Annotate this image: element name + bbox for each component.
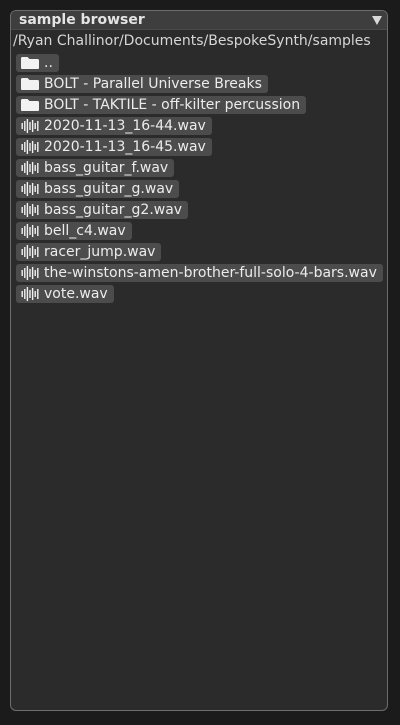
item-label: vote.wav xyxy=(44,286,108,302)
item-label: racer_jump.wav xyxy=(44,244,156,260)
folder-icon xyxy=(20,98,44,112)
sample-file-item[interactable]: 2020-11-13_16-45.wav xyxy=(16,138,212,156)
waveform-icon xyxy=(20,161,44,175)
waveform-icon xyxy=(20,119,44,133)
waveform-icon xyxy=(20,287,44,301)
item-label: bass_guitar_g2.wav xyxy=(44,202,183,218)
item-label: bell_c4.wav xyxy=(44,223,126,239)
item-label: 2020-11-13_16-45.wav xyxy=(44,139,206,155)
item-label: bass_guitar_f.wav xyxy=(44,160,169,176)
panel-title: sample browser xyxy=(19,12,145,28)
item-label: BOLT - TAKTILE - off-kilter percussion xyxy=(44,97,301,113)
waveform-icon xyxy=(20,182,44,196)
sample-file-item[interactable]: bass_guitar_g2.wav xyxy=(16,201,189,219)
waveform-icon xyxy=(20,245,44,259)
folder-item[interactable]: BOLT - TAKTILE - off-kilter percussion xyxy=(16,96,307,114)
sample-file-item[interactable]: racer_jump.wav xyxy=(16,243,162,261)
waveform-icon xyxy=(20,203,44,217)
triangle-down-icon[interactable] xyxy=(372,16,382,25)
current-path: /Ryan Challinor/Documents/BespokeSynth/s… xyxy=(13,33,371,49)
sample-file-item[interactable]: 2020-11-13_16-44.wav xyxy=(16,117,212,135)
item-label: BOLT - Parallel Universe Breaks xyxy=(44,76,262,92)
item-label: 2020-11-13_16-44.wav xyxy=(44,118,206,134)
sample-file-item[interactable]: bell_c4.wav xyxy=(16,222,132,240)
sample-file-item[interactable]: bass_guitar_f.wav xyxy=(16,159,175,177)
sample-file-item[interactable]: the-winstons-amen-brother-full-solo-4-ba… xyxy=(16,264,383,282)
waveform-icon xyxy=(20,140,44,154)
folder-icon xyxy=(20,77,44,91)
sample-file-item[interactable]: bass_guitar_g.wav xyxy=(16,180,180,198)
waveform-icon xyxy=(20,266,44,280)
folder-item[interactable]: BOLT - Parallel Universe Breaks xyxy=(16,75,268,93)
waveform-icon xyxy=(20,224,44,238)
item-label: the-winstons-amen-brother-full-solo-4-ba… xyxy=(44,265,377,281)
panel-titlebar[interactable]: sample browser xyxy=(11,11,387,30)
item-label: .. xyxy=(44,55,53,71)
folder-icon xyxy=(20,56,44,70)
item-label: bass_guitar_g.wav xyxy=(44,181,174,197)
sample-browser-panel: sample browser /Ryan Challinor/Documents… xyxy=(10,10,388,711)
sample-file-item[interactable]: vote.wav xyxy=(16,285,114,303)
folder-item[interactable]: .. xyxy=(16,54,59,72)
